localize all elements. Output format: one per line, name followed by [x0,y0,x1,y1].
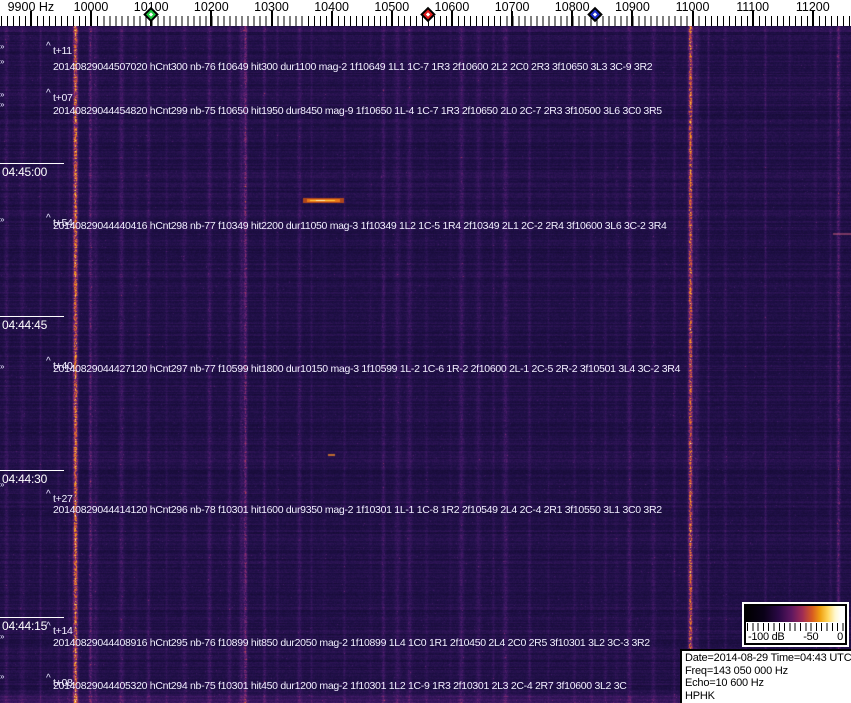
event-caret-icon: ^ [46,88,51,99]
freq-label: 10500 [374,0,410,14]
event-data-line: 20140829044427120 hCnt297 nb-77 f10599 h… [53,363,681,375]
info-box: Date=2014-08-29 Time=04:43 UTC Freq=143 0… [680,649,851,703]
event-data-line: 20140829044507020 hCnt300 nb-76 f10649 h… [53,61,653,73]
freq-label: 10700 [494,0,530,14]
db-scale-label: -50 [803,631,819,643]
event-caret-icon: ^ [46,673,51,684]
edge-mark-icon: » [0,57,5,66]
freq-label: 10300 [254,0,289,14]
frequency-ruler: 9900 Hz100001010010200103001040010500106… [0,0,851,26]
freq-label: 10800 [554,0,590,14]
event-data-line: 20140829044405320 hCnt294 nb-75 f10301 h… [53,680,627,692]
red-marker-diamond-icon[interactable] [420,6,437,23]
edge-mark-icon: » [0,672,5,681]
event-time-offset: t+11 [53,45,72,57]
event-caret-icon: ^ [46,356,51,367]
db-color-scale: -100 dB -50 0 [742,602,849,647]
db-scale-label: 0 [837,631,843,643]
freq-label: 11000 [675,0,710,14]
event-time-offset: t+07 [53,92,73,104]
freq-label: 11100 [736,0,770,14]
time-label: 04:44:45 [0,316,64,332]
green-marker-diamond-icon[interactable] [142,6,159,23]
freq-label: 10600 [434,0,470,14]
event-caret-icon: ^ [46,41,51,52]
freq-label: 11200 [795,0,830,14]
event-data-line: 20140829044414120 hCnt296 nb-78 f10301 h… [53,504,662,516]
edge-mark-icon: » [0,632,5,641]
db-color-scale-frame: -100 dB -50 0 [744,604,847,645]
blue-marker-diamond-icon[interactable] [587,6,604,23]
edge-mark-icon: » [0,100,5,109]
event-caret-icon: ^ [46,621,51,632]
db-scale-labels: -100 dB -50 0 [746,631,845,643]
edge-mark-icon: » [0,480,5,489]
edge-mark-icon: » [0,362,5,371]
edge-mark-icon: » [0,90,5,99]
event-data-line: 20140829044454820 hCnt299 nb-75 f10650 h… [53,105,662,117]
event-time-offset: t+14 [53,625,73,637]
event-caret-icon: ^ [46,489,51,500]
time-label: 04:45:00 [0,163,64,179]
freq-label: 10900 [615,0,650,14]
db-scale-label: -100 dB [748,631,785,643]
event-caret-icon: ^ [46,213,51,224]
edge-mark-icon: » [0,215,5,224]
db-gradient-bar [746,606,845,622]
info-line: HPHK [685,689,715,702]
edge-mark-icon: » [0,42,5,51]
freq-label: 10200 [193,0,229,14]
freq-label: 9900 Hz [7,0,55,14]
db-scale-ticks [747,623,844,631]
freq-label: 10000 [73,0,109,14]
spectrogram-app-window: 9900 Hz100001010010200103001040010500106… [0,0,851,703]
info-line: Freq=143 050 000 Hz [685,664,788,677]
time-label: 04:44:30 [0,470,64,486]
event-data-line: 20140829044408916 hCnt295 nb-76 f10899 h… [53,637,650,649]
event-data-line: 20140829044440416 hCnt298 nb-77 f10349 h… [53,220,667,232]
freq-label: 10400 [314,0,349,14]
info-line: Date=2014-08-29 Time=04:43 UTC [685,652,851,664]
info-line: Echo=10 600 Hz [685,677,764,689]
